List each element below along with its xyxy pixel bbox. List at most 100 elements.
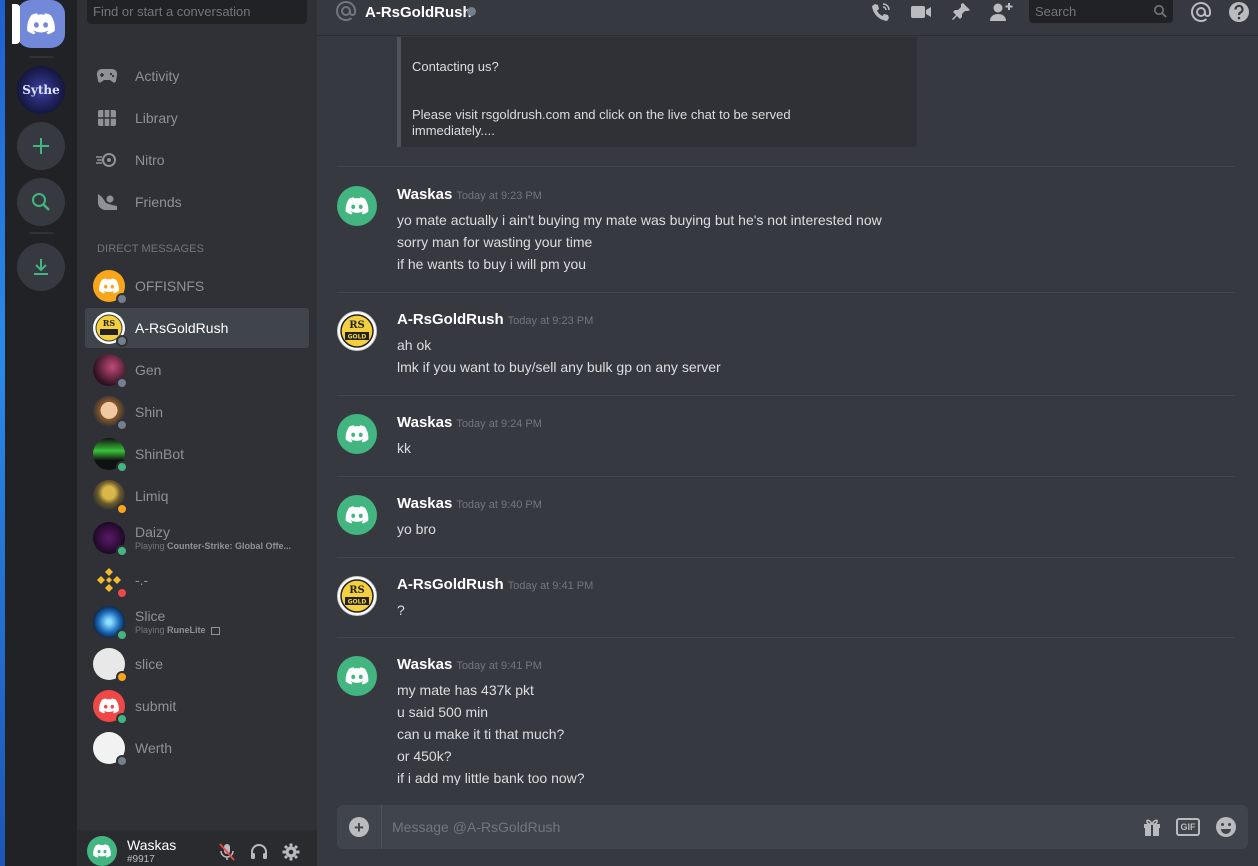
video-call-button[interactable] [909, 0, 933, 24]
dm-item-slice-lowercase[interactable]: slice [85, 644, 309, 684]
mute-button[interactable] [217, 842, 237, 862]
download-apps-button[interactable] [17, 243, 65, 291]
author-avatar[interactable] [337, 186, 377, 226]
discord-logo-icon [345, 425, 369, 443]
add-server-button[interactable] [17, 122, 65, 170]
guild-separator [29, 56, 53, 58]
status-idle [116, 503, 128, 515]
dm-item-gen[interactable]: Gen [85, 350, 309, 390]
message-line: can u make it ti that much? [397, 726, 565, 742]
message-timestamp: Today at 9:23 PM [507, 315, 594, 327]
status-idle [116, 671, 128, 683]
dm-item-slice[interactable]: Slice Playing RuneLite [85, 602, 309, 642]
avatar [93, 522, 128, 557]
message-line: or 450k? [397, 748, 452, 764]
svg-text:GOLD: GOLD [348, 334, 367, 341]
message-divider [337, 166, 1235, 167]
page-title: A-RsGoldRush [365, 4, 472, 21]
status-online [116, 461, 128, 473]
avatar [93, 480, 128, 515]
author-avatar[interactable] [337, 656, 377, 696]
search-placeholder: Search [1035, 4, 1077, 19]
embed-line: Contacting us? [412, 59, 499, 74]
message-embed: Contacting us? Please visit rsgoldrush.c… [397, 37, 917, 147]
svg-text:RS: RS [103, 318, 116, 328]
dm-name: OFFISNFS [135, 278, 205, 294]
author-name[interactable]: A-RsGoldRush [397, 311, 504, 328]
user-settings-button[interactable] [281, 842, 301, 862]
dm-item-daizy[interactable]: Daizy Playing Counter-Strike: Global Off… [85, 518, 309, 558]
author-name[interactable]: A-RsGoldRush [397, 576, 504, 593]
author-avatar[interactable]: RS GOLD [337, 311, 377, 351]
dm-name: Daizy [135, 524, 171, 540]
explore-servers-button[interactable] [17, 178, 65, 226]
user-panel: Waskas #9917 [77, 830, 317, 866]
avatar [93, 732, 128, 767]
dm-item-shin[interactable]: Shin [85, 392, 309, 432]
dm-name: submit [135, 698, 177, 714]
status-offline [116, 419, 128, 431]
send-gift-button[interactable] [1140, 816, 1164, 838]
guild-sythe-label: Sythe [22, 83, 60, 97]
guild-sythe[interactable]: Sythe [17, 66, 65, 114]
help-button[interactable] [1227, 0, 1251, 24]
nitro-icon [95, 148, 119, 172]
author-avatar[interactable]: RS GOLD [337, 576, 377, 616]
message-composer: + Message @A-RsGoldRush GIF [337, 805, 1248, 849]
dm-item-werth[interactable]: Werth [85, 728, 309, 768]
guild-separator [29, 232, 53, 234]
home-button[interactable] [12, 0, 65, 48]
nav-nitro[interactable]: Nitro [85, 140, 309, 180]
dm-name: -.- [135, 572, 149, 588]
author-name[interactable]: Waskas [397, 186, 452, 203]
dm-item-submit[interactable]: submit [85, 686, 309, 726]
find-conversation-input[interactable]: Find or start a conversation [87, 0, 307, 24]
dm-name: Slice [135, 608, 166, 624]
nav-friends[interactable]: Friends [85, 182, 309, 222]
author-avatar[interactable] [337, 495, 377, 535]
nav-library-label: Library [135, 110, 178, 126]
author-name[interactable]: Waskas [397, 495, 452, 512]
message-line: if i add my little bank too now? [397, 770, 585, 785]
discord-logo-icon [345, 197, 369, 215]
user-avatar[interactable] [87, 836, 117, 866]
dm-item-a-rsgoldrush[interactable]: RS A-RsGoldRush [85, 308, 309, 348]
mentions-button[interactable] [1189, 0, 1213, 24]
author-name[interactable]: Waskas [397, 656, 452, 673]
nav-activity-label: Activity [135, 68, 180, 84]
pinned-messages-button[interactable] [949, 0, 973, 24]
dm-name: A-RsGoldRush [135, 320, 229, 336]
status-offline [116, 755, 128, 767]
upload-button[interactable]: + [349, 817, 369, 837]
message-divider [337, 292, 1235, 293]
dm-name: Shin [135, 404, 164, 420]
dm-item-offisnfs[interactable]: OFFISNFS [85, 266, 309, 306]
search-icon [32, 193, 50, 211]
dm-item-limiq[interactable]: Limiq [85, 476, 309, 516]
message-input[interactable]: Message @A-RsGoldRush [392, 819, 560, 835]
message-list[interactable]: Contacting us? Please visit rsgoldrush.c… [317, 37, 1258, 785]
nav-library[interactable]: Library [85, 98, 309, 138]
phone-icon [872, 3, 890, 21]
voice-call-button[interactable] [869, 0, 893, 24]
gift-icon [1144, 819, 1160, 836]
add-friends-to-dm-button[interactable] [989, 0, 1013, 24]
emoji-button[interactable] [1214, 816, 1238, 838]
message-divider [337, 395, 1235, 396]
avatar [93, 438, 128, 473]
author-name[interactable]: Waskas [397, 414, 452, 431]
dm-item-dash-dot-dash[interactable]: -.- [85, 560, 309, 600]
deafen-button[interactable] [249, 842, 269, 862]
nav-activity[interactable]: Activity [85, 56, 309, 96]
author-avatar[interactable] [337, 414, 377, 454]
message-line: if he wants to buy i will pm you [397, 256, 587, 272]
dm-item-shinbot[interactable]: ShinBot [85, 434, 309, 474]
header-search-input[interactable]: Search [1029, 0, 1173, 23]
discord-logo-icon [345, 506, 369, 524]
status-offline [116, 293, 128, 305]
message-timestamp: Today at 9:41 PM [456, 660, 542, 672]
embed-line: Please visit rsgoldrush.com and click on… [412, 107, 791, 138]
video-camera-icon [911, 6, 931, 18]
gif-button[interactable]: GIF [1176, 818, 1200, 836]
download-icon [34, 259, 48, 275]
